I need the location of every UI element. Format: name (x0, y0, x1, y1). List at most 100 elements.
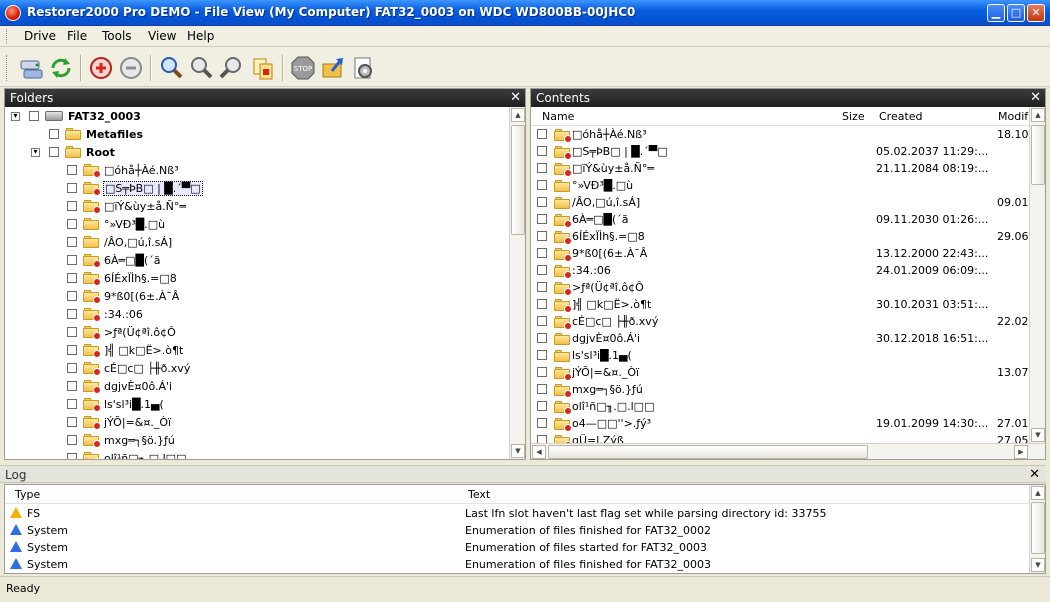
item-checkbox[interactable] (537, 180, 547, 190)
list-item[interactable]: cÉ□c□ ├╫ð.xvý 22.02. (531, 313, 1030, 330)
item-checkbox[interactable] (67, 381, 77, 391)
log-row[interactable]: FS Last lfn slot haven't last flag set wh… (5, 505, 1029, 522)
find-prev-icon[interactable] (218, 55, 244, 81)
log-row[interactable]: System Enumeration of files finished for … (5, 522, 1029, 539)
toolbar-grip[interactable] (6, 55, 9, 81)
item-checkbox[interactable] (537, 333, 547, 343)
column-type[interactable]: Type (15, 488, 40, 501)
tree-node[interactable]: cÉ□c□ ├╫ð.xvý (67, 359, 190, 377)
menu-drive[interactable]: Drive (24, 29, 56, 43)
item-checkbox[interactable] (537, 299, 547, 309)
item-checkbox[interactable] (67, 435, 77, 445)
close-icon[interactable]: ✕ (1030, 90, 1041, 105)
scroll-right-button[interactable]: ▶ (1014, 445, 1028, 459)
item-checkbox[interactable] (537, 282, 547, 292)
item-checkbox[interactable] (67, 219, 77, 229)
contents-horizontal-scrollbar[interactable]: ◀ ▶ (531, 443, 1045, 459)
minimize-button[interactable]: ▁ (987, 4, 1005, 22)
item-checkbox[interactable] (67, 453, 77, 459)
tree-node[interactable]: □óhå┼Àé.Nß³ (67, 161, 179, 179)
scroll-up-button[interactable]: ▲ (1031, 108, 1045, 122)
item-checkbox[interactable] (537, 163, 547, 173)
item-checkbox[interactable] (49, 129, 59, 139)
column-text[interactable]: Text (468, 488, 490, 501)
item-checkbox[interactable] (29, 111, 39, 121)
item-checkbox[interactable] (67, 345, 77, 355)
item-checkbox[interactable] (67, 291, 77, 301)
item-checkbox[interactable] (67, 237, 77, 247)
tree-node[interactable]: ▾ Root (31, 143, 115, 161)
scroll-down-button[interactable]: ▼ (1031, 428, 1045, 442)
scroll-up-button[interactable]: ▲ (1031, 486, 1045, 500)
folders-vertical-scrollbar[interactable]: ▲ ▼ (509, 107, 525, 459)
scroll-thumb[interactable] (1031, 125, 1045, 185)
unmark-icon[interactable] (118, 55, 144, 81)
item-checkbox[interactable] (537, 367, 547, 377)
item-checkbox[interactable] (537, 401, 547, 411)
tree-node[interactable]: 6À═□█(´ã (67, 251, 161, 269)
menu-view[interactable]: View (148, 29, 176, 43)
column-name[interactable]: Name (542, 110, 574, 123)
list-item[interactable]: ]╣ □k□Ë>.ò¶t 30.10.2031 03:51:... (531, 296, 1030, 313)
settings-icon[interactable] (350, 55, 376, 81)
list-item[interactable]: □ïÝ&ùy±å.Ñ°═ 21.11.2084 08:19:... (531, 160, 1030, 177)
list-item[interactable]: jÝÕ|=&¤._Òï 13.07. (531, 364, 1030, 381)
item-checkbox[interactable] (67, 183, 77, 193)
item-checkbox[interactable] (67, 201, 77, 211)
tree-node[interactable]: >ƒª(Ü¢ªî.ô¢Ô (67, 323, 176, 341)
list-item[interactable]: dgjvÈ¤0ô.Á'i 30.12.2018 16:51:... (531, 330, 1030, 347)
tree-node[interactable]: olî¹ñ□╖.□.l□□ (67, 449, 186, 459)
item-checkbox[interactable] (537, 197, 547, 207)
recover-icon[interactable] (320, 55, 346, 81)
tree-node[interactable]: /ÂO,□ú,î.sÁ] (67, 233, 172, 251)
scroll-thumb[interactable] (548, 445, 868, 459)
item-checkbox[interactable] (537, 214, 547, 224)
tree-node[interactable]: °»VÐ³█.□ù (67, 215, 165, 233)
list-item[interactable]: qÜ=l.Zýß 27.05. (531, 432, 1030, 443)
list-item[interactable]: :34.:06 24.01.2009 06:09:... (531, 262, 1030, 279)
list-item[interactable]: mxg═┐§ö.}ƒú (531, 381, 1030, 398)
item-checkbox[interactable] (67, 165, 77, 175)
list-item[interactable]: °»VÐ³█.□ù (531, 177, 1030, 194)
copy-icon[interactable] (250, 55, 276, 81)
maximize-button[interactable]: □ (1007, 4, 1025, 22)
list-item[interactable]: >ƒª(Ü¢ªî.ô¢Ô (531, 279, 1030, 296)
item-checkbox[interactable] (537, 265, 547, 275)
list-item[interactable]: ls'sl³i█.1▄( (531, 347, 1030, 364)
item-checkbox[interactable] (537, 435, 547, 443)
tree-node[interactable]: jÝÕ|=&¤._Òï (67, 413, 171, 431)
scroll-thumb[interactable] (1031, 502, 1045, 554)
log-row[interactable]: System Enumeration of files started for F… (5, 539, 1029, 556)
menu-file[interactable]: File (67, 29, 87, 43)
scroll-down-button[interactable]: ▼ (511, 444, 525, 458)
scroll-left-button[interactable]: ◀ (532, 445, 546, 459)
list-item[interactable]: 6À═□█(´ã 09.11.2030 01:26:... (531, 211, 1030, 228)
list-item[interactable]: 6ÍÉxÏÌh§.=□8 29.06. (531, 228, 1030, 245)
drive-list-icon[interactable] (18, 55, 44, 81)
list-item[interactable]: □óhå┼Àé.Nß³ 18.10. (531, 126, 1030, 143)
menu-help[interactable]: Help (187, 29, 214, 43)
item-checkbox[interactable] (67, 255, 77, 265)
item-checkbox[interactable] (67, 327, 77, 337)
column-modified[interactable]: Modif (998, 110, 1028, 123)
item-checkbox[interactable] (537, 418, 547, 428)
contents-vertical-scrollbar[interactable]: ▲ ▼ (1029, 107, 1045, 443)
find-next-icon[interactable] (188, 55, 214, 81)
item-checkbox[interactable] (537, 231, 547, 241)
column-size[interactable]: Size (842, 110, 865, 123)
scroll-thumb[interactable] (511, 125, 525, 235)
close-icon[interactable]: ✕ (1029, 467, 1040, 482)
item-checkbox[interactable] (537, 146, 547, 156)
list-item[interactable]: olî¹ñ□╖.□.l□□ (531, 398, 1030, 415)
item-checkbox[interactable] (67, 399, 77, 409)
expand-toggle-icon[interactable]: ▾ (31, 147, 40, 157)
close-icon[interactable]: ✕ (510, 90, 521, 105)
menu-tools[interactable]: Tools (102, 29, 132, 43)
tree-node[interactable]: ▾ FAT32_0003 (11, 107, 141, 125)
mark-icon[interactable] (88, 55, 114, 81)
column-created[interactable]: Created (879, 110, 923, 123)
tree-node[interactable]: mxg═┐§ö.}ƒú (67, 431, 175, 449)
expand-toggle-icon[interactable]: ▾ (11, 111, 20, 121)
item-checkbox[interactable] (49, 147, 59, 157)
item-checkbox[interactable] (67, 417, 77, 427)
